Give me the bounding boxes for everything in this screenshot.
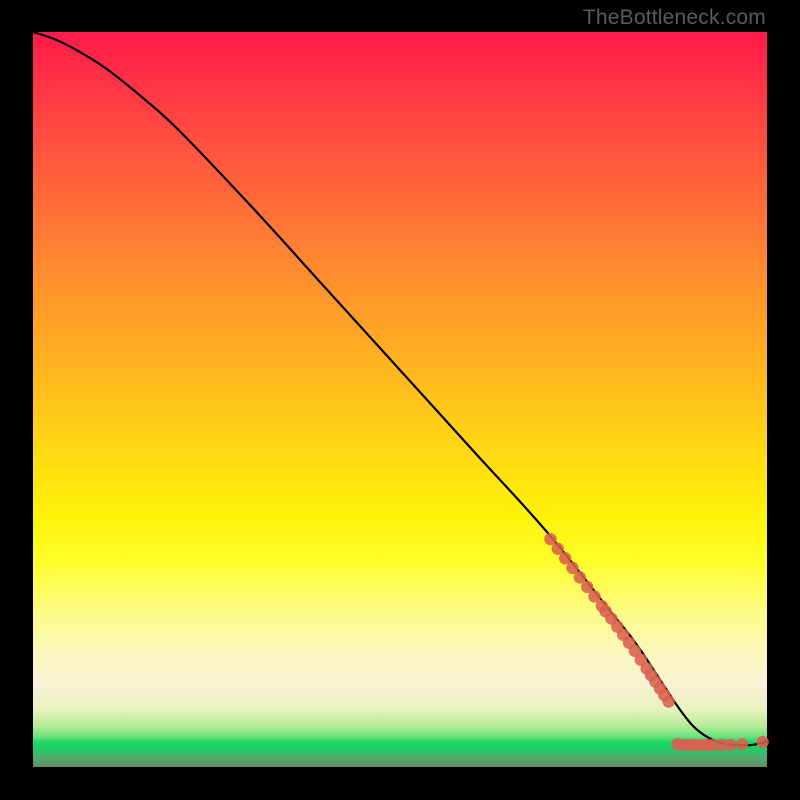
watermark-text: TheBottleneck.com [583,6,766,30]
chart-frame: TheBottleneck.com [0,0,800,800]
main-curve [33,32,767,745]
plot-area [33,32,767,767]
scatter-layer [544,533,769,751]
chart-svg [33,32,767,767]
data-point [724,739,736,751]
data-point [736,738,748,750]
data-point [662,695,674,707]
data-point [756,736,768,748]
curve-layer [33,32,767,745]
